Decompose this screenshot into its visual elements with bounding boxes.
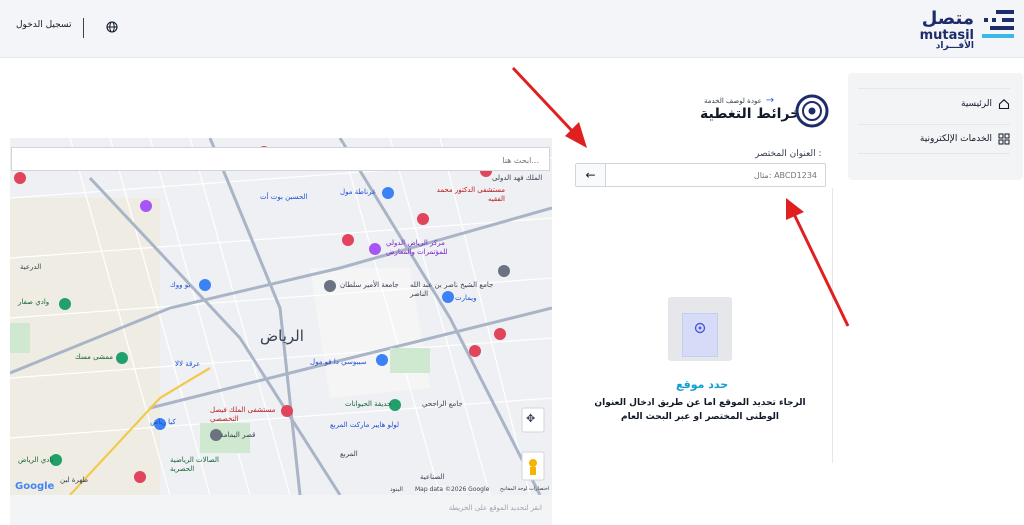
map-search-box (11, 147, 550, 172)
short-address-field: ← (575, 163, 826, 187)
page-title: خرائط التغطية (700, 106, 801, 122)
map-label: قصر اليمامة (220, 431, 256, 439)
map-label: الصالات الرياضية الحصرية (170, 456, 219, 473)
grid-icon (998, 133, 1010, 145)
map-label: لولو هايبر ماركت المربع (330, 421, 400, 429)
map-label: الملك فهد الدولى (492, 174, 543, 182)
map-label: وادي صفار (18, 298, 50, 306)
map-terms[interactable]: البنود (390, 486, 403, 493)
map-label: سيبوسي دا فو مول (310, 358, 367, 366)
map-label: حديقة الحيوانات (345, 400, 392, 408)
map-label: ويمارت (455, 294, 477, 302)
header-divider (83, 18, 84, 38)
map-label: غرناطة مول (340, 188, 376, 196)
map-label: المربع (340, 450, 358, 458)
map-label: ممشى مسك (75, 353, 113, 361)
coverage-map[interactable]: الرياض مستشفى الدكتور محمد الفقيه مركز ا… (10, 138, 552, 495)
login-link[interactable]: تسجيل الدخول (16, 20, 71, 30)
map-label: الصناعية (420, 473, 445, 481)
annotation-arrow-top (511, 66, 587, 148)
arrow-right-icon: → (765, 95, 775, 106)
map-label: طهرة لبن (60, 476, 89, 484)
map-label: جامع الراجحي (422, 400, 463, 408)
fullscreen-icon[interactable]: ✥ (526, 412, 535, 425)
select-location-description: الرجاء تحديد الموقع اما عن طريق ادخال ال… (594, 398, 806, 422)
home-icon (998, 98, 1010, 109)
map-city-label: الرياض (260, 327, 304, 345)
map-label: مستشفى الدكتور محمد الفقيه (436, 186, 505, 203)
annotation-arrow-bottom (786, 198, 850, 327)
sidebar-item-label: الرئيسية (961, 98, 992, 109)
sidebar-item-eservices[interactable]: الخدمات الإلكترونية (858, 124, 1010, 154)
back-link-label: عودة لوصف الخدمة (704, 96, 762, 105)
logo-arabic: متصل (921, 8, 974, 29)
map-shortcuts[interactable]: اختصارات لوحة المفاتيح (500, 486, 549, 492)
map-footer: انقر لتحديد الموقع على الخريطة (10, 495, 552, 525)
logo-subtitle: الأفـــراد (935, 41, 974, 51)
sidebar: الرئيسية الخدمات الإلكترونية (848, 73, 1023, 180)
map-label: بو ووك (170, 281, 191, 289)
map-label: عرقة لالا (175, 360, 201, 368)
google-logo: Google (15, 481, 55, 492)
map-attribution: Map data ©2026 Google (415, 486, 490, 493)
globe-icon[interactable] (106, 21, 118, 33)
map-label: مستشفى الملك فيصل التخصصي (210, 406, 276, 423)
map-label: الحسبن بوت أت (260, 193, 308, 201)
map-label: كيا رياض (150, 418, 176, 426)
map-label: نادي الرياض (18, 456, 54, 464)
back-to-service-link[interactable]: عودة لوصف الخدمة → (704, 95, 774, 106)
sidebar-item-label: الخدمات الإلكترونية (919, 134, 992, 144)
location-illustration (668, 297, 732, 361)
phone-illustration (682, 313, 718, 357)
street-view-icon[interactable] (526, 456, 540, 476)
map-label: مركز الرياض الدولي للمؤتمرات والمعارض (386, 239, 448, 256)
map-pin-icon (694, 322, 706, 334)
sidebar-item-home[interactable]: الرئيسية (858, 88, 1010, 118)
map-search-input[interactable] (12, 149, 549, 172)
header: متصل mutasil الأفـــراد تسجيل الدخول (0, 0, 1024, 58)
arrow-left-icon[interactable]: ← (576, 164, 606, 186)
map-footer-hint: انقر لتحديد الموقع على الخريطة (448, 504, 542, 512)
select-location-title: حدد موقع (676, 378, 729, 391)
mutasil-logo[interactable]: متصل mutasil الأفـــراد (920, 6, 1014, 52)
map-label: جامعة الأمير سلطان (340, 281, 399, 289)
logo-mark-icon (982, 10, 1014, 38)
coverage-signal-icon (795, 94, 829, 128)
short-address-label: العنوان المختصر : (755, 149, 822, 159)
short-address-input[interactable] (606, 164, 823, 186)
map-label: الدرعية (20, 263, 42, 271)
